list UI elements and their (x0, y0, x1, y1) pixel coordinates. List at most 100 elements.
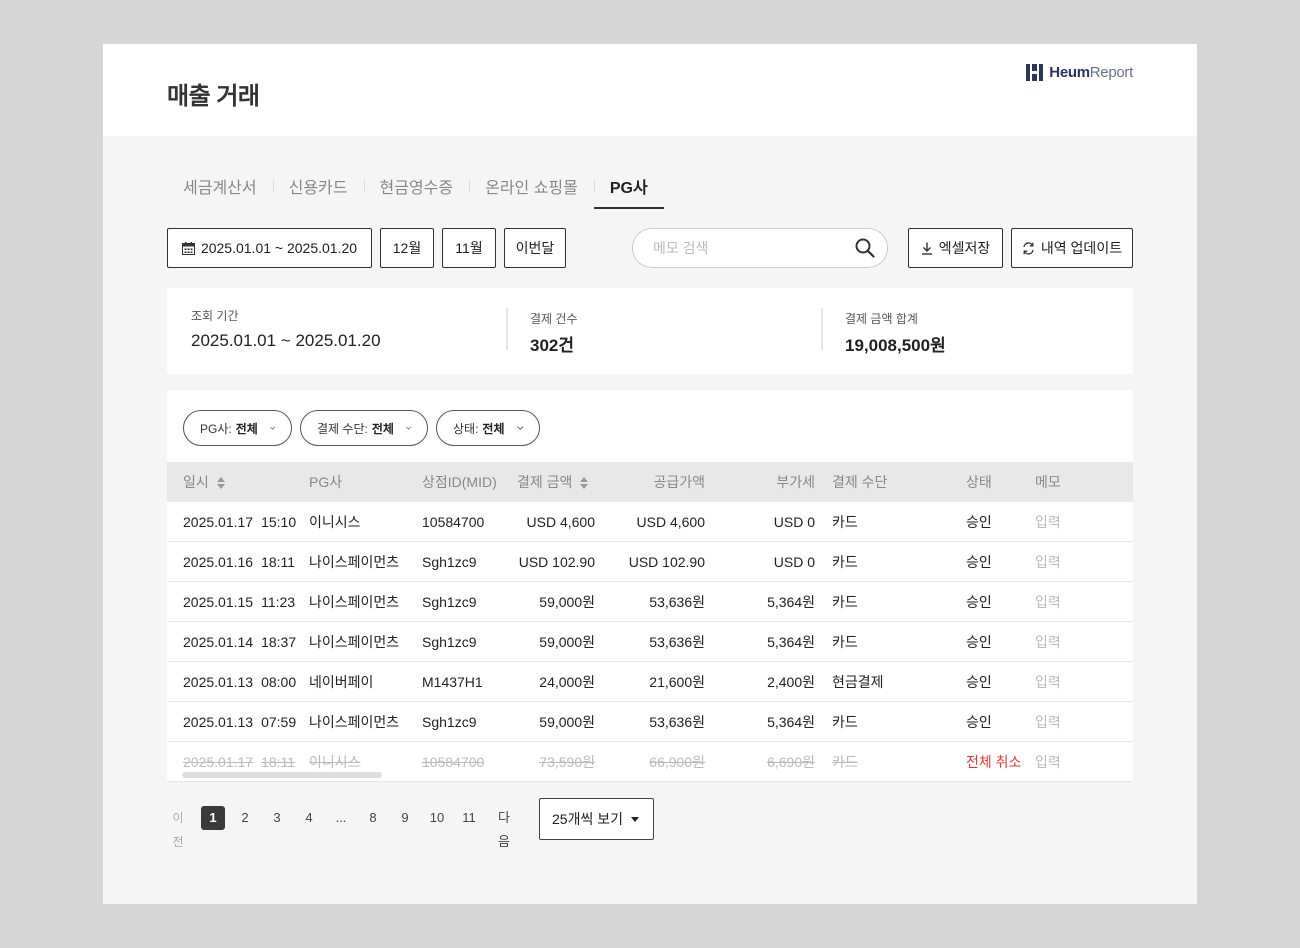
filter-status[interactable]: 상태: 전체 (436, 410, 540, 446)
this-month-button[interactable]: 이번달 (504, 228, 566, 268)
cell-memo[interactable]: 입력 (1035, 662, 1061, 702)
cell-mid: M1437H1 (422, 674, 483, 690)
category-tabs: 세금계산서 신용카드 현금영수증 온라인 쇼핑몰 PG사 (167, 164, 664, 209)
cell-time: 18:37 (261, 634, 297, 650)
sort-icon[interactable] (580, 477, 589, 490)
cell-supply: 53,636원 (649, 714, 705, 730)
table-row[interactable]: 2025.01.13 07:59 나이스페이먼츠 Sgh1zc9 59,000원 53,6… (167, 702, 1133, 742)
cell-supply: 66,900원 (649, 754, 705, 770)
filter-status-value: 전체 (482, 421, 505, 436)
cell-memo[interactable]: 입력 (1035, 502, 1061, 542)
cell-vat: 6,690원 (767, 754, 815, 770)
page-number-2[interactable]: 2 (233, 806, 257, 830)
page-header: 매출 거래 HeumReport (103, 44, 1197, 136)
logo-mark-icon (1026, 64, 1044, 81)
filter-pg-value: 전체 (235, 421, 258, 436)
page-number-10[interactable]: 10 (425, 806, 449, 830)
cell-time: 11:23 (261, 594, 296, 610)
filter-pg[interactable]: PG사: 전체 (183, 410, 292, 446)
page-number-8[interactable]: 8 (361, 806, 385, 830)
date-range-picker[interactable]: 2025.01.01 ~ 2025.01.20 (167, 228, 372, 268)
table-row[interactable]: 2025.01.14 18:37 나이스페이먼츠 Sgh1zc9 59,000원 53,6… (167, 622, 1133, 662)
tab-tax-invoice[interactable]: 세금계산서 (167, 164, 273, 209)
chevron-down-icon (270, 426, 275, 430)
cell-memo[interactable]: 입력 (1035, 702, 1061, 742)
excel-save-label: 엑셀저장 (938, 240, 991, 256)
page-number-4[interactable]: 4 (297, 806, 321, 830)
total-label: 결제 금액 합계 (845, 312, 918, 326)
cell-time: 08:00 (261, 674, 297, 690)
per-page-label: 25개씩 보기 (552, 811, 623, 827)
th-pg: PG사 (309, 474, 343, 490)
table-row[interactable]: 2025.01.16 18:11 나이스페이먼츠 Sgh1zc9 USD 102.90 U… (167, 542, 1133, 582)
cell-status: 승인 (966, 714, 992, 730)
th-mid: 상점ID(MID) (422, 474, 497, 490)
th-vat: 부가세 (776, 474, 815, 490)
download-icon (921, 242, 932, 255)
cell-pg: 나이스페이먼츠 (309, 554, 400, 570)
table-row[interactable]: 2025.01.13 08:00 네이버페이 M1437H1 24,000원 21,600… (167, 662, 1133, 702)
update-history-button[interactable]: 내역 업데이트 (1011, 228, 1133, 268)
page-number-9[interactable]: 9 (393, 806, 417, 830)
page-number-1[interactable]: 1 (201, 806, 225, 830)
th-amount[interactable]: 결제 금액 (517, 462, 589, 502)
sort-icon[interactable] (216, 477, 226, 490)
period-label: 조회 기간 (191, 309, 239, 323)
tab-pg[interactable]: PG사 (593, 164, 664, 209)
tab-online-mall[interactable]: 온라인 쇼핑몰 (469, 164, 594, 209)
per-page-select[interactable]: 25개씩 보기 (539, 798, 654, 840)
memo-search-input[interactable] (653, 240, 855, 256)
page-number-11[interactable]: 11 (457, 806, 481, 830)
cell-mid: Sgh1zc9 (422, 554, 477, 570)
filter-status-label: 상태: (453, 421, 479, 436)
cell-memo[interactable]: 입력 (1035, 622, 1061, 662)
chevron-down-icon (516, 426, 523, 430)
cell-pg: 네이버페이 (309, 674, 374, 690)
search-icon[interactable] (855, 238, 875, 258)
next-page-button[interactable]: 다음 (493, 806, 515, 849)
cell-mid: 10584700 (422, 754, 485, 770)
horizontal-scrollbar[interactable] (182, 772, 382, 778)
excel-save-button[interactable]: 엑셀저장 (908, 228, 1003, 268)
prev-page-button[interactable]: 이전 (167, 806, 189, 849)
summary-panel: 조회 기간 2025.01.01 ~ 2025.01.20 결제 건수 302건… (167, 288, 1133, 374)
tab-cash-receipt[interactable]: 현금영수증 (363, 164, 470, 209)
cell-datetime: 2025.01.13 07:59 (183, 702, 296, 742)
count-value: 302건 (530, 336, 575, 355)
tab-credit-card[interactable]: 신용카드 (272, 164, 364, 209)
memo-search-box (632, 228, 888, 268)
cell-status: 승인 (966, 634, 992, 650)
cell-status: 승인 (966, 514, 992, 530)
cell-vat: 5,364원 (767, 594, 815, 610)
cell-memo[interactable]: 입력 (1035, 582, 1061, 622)
cell-date: 2025.01.17 (183, 754, 254, 770)
cell-date: 2025.01.16 (183, 554, 254, 570)
cell-time: 15:10 (261, 514, 297, 530)
th-datetime[interactable]: 일시 (183, 462, 226, 502)
november-button[interactable]: 11월 (442, 228, 496, 268)
table-row[interactable]: 2025.01.17 15:10 이니시스 10584700 USD 4,600 USD … (167, 502, 1133, 542)
cell-method: 카드 (832, 594, 858, 610)
page-number-3[interactable]: 3 (265, 806, 289, 830)
cell-memo[interactable]: 입력 (1035, 542, 1061, 582)
table-row[interactable]: 2025.01.15 11:23 나이스페이먼츠 Sgh1zc9 59,000원 53,6… (167, 582, 1133, 622)
cell-date: 2025.01.17 (183, 514, 254, 530)
cell-mid: 10584700 (422, 514, 485, 530)
table-header: 일시 PG사 상점ID(MID) 결제 금액 공급가액 부가세 결제 수단 상태… (167, 462, 1133, 502)
cell-memo[interactable]: 입력 (1035, 742, 1061, 782)
cell-date: 2025.01.13 (183, 674, 254, 690)
count-label: 결제 건수 (530, 312, 578, 326)
update-history-label: 내역 업데이트 (1040, 240, 1123, 256)
heum-report-logo: HeumReport (1026, 64, 1133, 81)
cell-vat: USD 0 (773, 554, 815, 570)
date-range-text: 2025.01.01 ~ 2025.01.20 (200, 240, 358, 256)
th-supply: 공급가액 (653, 474, 705, 490)
december-button[interactable]: 12월 (380, 228, 434, 268)
th-memo: 메모 (1035, 474, 1061, 490)
cell-amount: 73,590원 (539, 754, 595, 770)
filter-payment-method[interactable]: 결제 수단: 전체 (300, 410, 428, 446)
th-method: 결제 수단 (832, 474, 888, 490)
logo-text-light: Report (1089, 64, 1134, 81)
chevron-down-icon (406, 426, 411, 430)
cell-supply: USD 4,600 (636, 514, 705, 530)
